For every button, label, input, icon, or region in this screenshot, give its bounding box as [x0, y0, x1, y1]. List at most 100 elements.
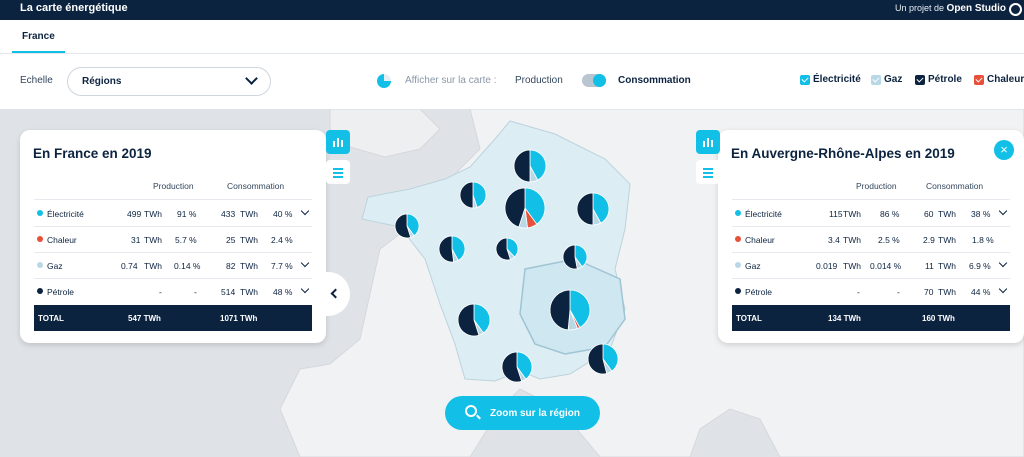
table-row[interactable]: Électricité 499 TWh 91 % 433 TWh 40 %: [34, 200, 312, 226]
total-label: TOTAL: [38, 314, 64, 323]
row-label: Électricité: [745, 209, 782, 219]
region-pie[interactable]: [495, 237, 519, 261]
cons-unit: TWh: [240, 209, 258, 219]
table-view-button[interactable]: [326, 160, 350, 184]
chevron-down-icon[interactable]: [300, 258, 310, 268]
chaleur-dot-icon: [735, 236, 741, 242]
chaleur-dot-icon: [37, 236, 43, 242]
prod-unit: TWh: [144, 209, 162, 219]
region-pie[interactable]: [394, 213, 420, 239]
region-pie[interactable]: [457, 303, 491, 337]
total-row: TOTAL 134 TWh 160 TWh: [732, 305, 1010, 331]
cons-unit: TWh: [938, 261, 956, 271]
col-header-production: Production: [856, 181, 897, 191]
table-view-button-right[interactable]: [696, 160, 720, 184]
region-pie[interactable]: [504, 187, 546, 229]
chevron-down-icon[interactable]: [998, 284, 1008, 294]
cons-unit: TWh: [938, 287, 956, 297]
production-option[interactable]: Production: [515, 75, 563, 86]
table-row[interactable]: Pétrole - - 514 TWh 48 %: [34, 278, 312, 304]
cons-value: 25: [226, 235, 236, 245]
total-consumption: 1071 TWh: [220, 314, 258, 323]
close-icon[interactable]: ×: [994, 140, 1014, 160]
scale-select[interactable]: Régions: [67, 67, 271, 96]
table-icon: [333, 168, 343, 178]
electricite-dot-icon: [37, 210, 43, 216]
prod-unit: TWh: [843, 209, 861, 219]
cons-pct: 40 %: [273, 209, 293, 219]
chevron-down-icon[interactable]: [998, 206, 1008, 216]
prod-value: 31: [131, 235, 141, 245]
table-row[interactable]: Électricité 115 TWh 86 % 60 TWh 38 %: [732, 200, 1010, 226]
prod-pct: 2.5 %: [878, 235, 900, 245]
chevron-down-icon: [245, 72, 258, 85]
panel-title: En France en 2019: [33, 146, 152, 161]
tab-france[interactable]: France: [12, 20, 65, 53]
cons-pct: 48 %: [273, 287, 293, 297]
checkbox-checked-icon[interactable]: [915, 75, 925, 85]
row-label: Pétrole: [745, 287, 772, 297]
cons-pct: 7.7 %: [271, 261, 293, 271]
table-row[interactable]: Chaleur 3.4 TWh 2.5 % 2.9 TWh 1.8 %: [732, 226, 1010, 252]
pie-slice-petrole: [562, 244, 578, 270]
cons-pct: 1.8 %: [972, 235, 994, 245]
region-pie[interactable]: [549, 289, 591, 331]
controls-bar: Echelle Régions Afficher sur la carte : …: [0, 54, 1024, 109]
region-pie[interactable]: [576, 192, 610, 226]
chevron-down-icon[interactable]: [300, 284, 310, 294]
region-pie[interactable]: [459, 181, 487, 209]
prod-unit: TWh: [144, 261, 162, 271]
gaz-dot-icon: [735, 262, 741, 268]
checkbox-checked-icon[interactable]: [800, 75, 810, 85]
prod-value: 499: [127, 209, 142, 219]
checkbox-checked-icon[interactable]: [974, 75, 984, 85]
cons-unit: TWh: [938, 235, 956, 245]
table-icon: [703, 168, 713, 178]
consumption-option[interactable]: Consommation: [618, 75, 691, 86]
chevron-down-icon[interactable]: [998, 258, 1008, 268]
region-pie[interactable]: [438, 235, 466, 263]
col-header-consumption: Consommation: [926, 181, 984, 191]
toggle-knob: [593, 74, 606, 87]
chart-view-button[interactable]: [326, 130, 350, 154]
credit-brand: Open Studio: [946, 3, 1006, 14]
table-row[interactable]: Gaz 0.74 TWh 0.14 % 82 TWh 7.7 %: [34, 252, 312, 278]
cons-unit: TWh: [240, 261, 258, 271]
region-summary-panel: En Auvergne-Rhône-Alpes en 2019 Producti…: [718, 130, 1024, 343]
row-label: Chaleur: [745, 235, 775, 245]
prod-unit: TWh: [144, 235, 162, 245]
total-production: 134 TWh: [828, 314, 861, 323]
cons-value: 433: [221, 209, 236, 219]
region-pie[interactable]: [501, 351, 533, 383]
chart-view-button-right[interactable]: [696, 130, 720, 154]
table-row[interactable]: Pétrole - - 70 TWh 44 %: [732, 278, 1010, 304]
credit[interactable]: Un projet de Open Studio: [895, 3, 1006, 14]
production-consumption-toggle[interactable]: [582, 74, 606, 87]
map-display-label: Afficher sur la carte :: [405, 75, 497, 86]
app-title[interactable]: La carte énergétique: [20, 2, 128, 14]
cons-value: 70: [924, 287, 934, 297]
cons-value: 60: [924, 209, 934, 219]
zoom-region-button[interactable]: Zoom sur la région: [445, 396, 600, 430]
region-pie[interactable]: [587, 343, 619, 375]
petrole-dot-icon: [735, 288, 741, 294]
region-pie[interactable]: [562, 244, 588, 270]
bar-chart-icon: [703, 138, 713, 147]
filter-label: Pétrole: [928, 74, 962, 85]
row-label: Gaz: [47, 261, 63, 271]
table-row[interactable]: Chaleur 31 TWh 5.7 % 25 TWh 2.4 %: [34, 226, 312, 252]
total-production: 547 TWh: [128, 314, 161, 323]
zoom-label: Zoom sur la région: [490, 408, 581, 419]
prod-pct: 0.14 %: [174, 261, 201, 271]
region-pie[interactable]: [513, 149, 547, 183]
prod-value: 3.4: [828, 235, 840, 245]
chevron-down-icon[interactable]: [300, 206, 310, 216]
pie-chart-icon: [377, 74, 391, 88]
table-row[interactable]: Gaz 0.019 TWh 0.014 % 11 TWh 6.9 %: [732, 252, 1010, 278]
checkbox-checked-icon[interactable]: [871, 75, 881, 85]
cons-unit: TWh: [938, 209, 956, 219]
prod-value: -: [857, 287, 860, 297]
col-header-consumption: Consommation: [227, 181, 285, 191]
prod-pct: -: [897, 287, 900, 297]
france-summary-panel: En France en 2019 Production Consommatio…: [20, 130, 326, 343]
